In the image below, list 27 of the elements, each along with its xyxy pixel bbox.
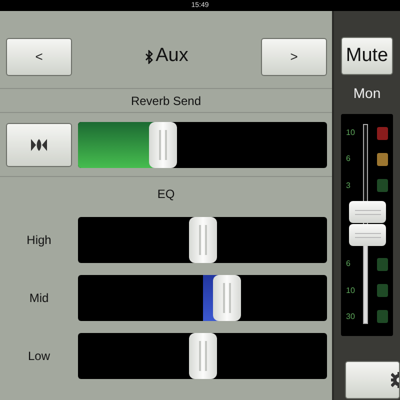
mute-button[interactable]: Mute (341, 37, 393, 75)
meter-scale-label: 30 (345, 310, 356, 323)
fader-thumb[interactable] (349, 224, 386, 246)
channel-title: Aux (156, 44, 188, 68)
next-button[interactable]: > (261, 38, 327, 76)
settings-button[interactable] (345, 361, 400, 399)
monitor-label: Mon (353, 84, 381, 103)
reverb-icon (30, 138, 48, 152)
slider-thumb[interactable] (148, 122, 177, 168)
band-label: High (26, 233, 52, 247)
settings-icon (391, 372, 399, 388)
previous-button[interactable]: < (6, 38, 72, 76)
reverb-button[interactable] (6, 122, 72, 166)
bluetooth-icon (144, 50, 154, 64)
band-label: Low (28, 349, 50, 363)
slider-thumb[interactable] (188, 217, 216, 263)
fader-thumb[interactable] (349, 201, 386, 223)
section-heading: Reverb Send (130, 94, 202, 108)
section-heading: EQ (157, 187, 175, 201)
meter-scale-label: 6 (345, 258, 352, 270)
meter-scale-label: 3 (345, 180, 352, 192)
meter-scale-label: 10 (345, 284, 356, 297)
slider-thumb[interactable] (212, 275, 241, 321)
band-label: Mid (29, 291, 49, 305)
meter-scale-label: 6 (345, 153, 352, 166)
slider-thumb[interactable] (188, 333, 216, 379)
meter-scale-label: 10 (345, 127, 356, 140)
